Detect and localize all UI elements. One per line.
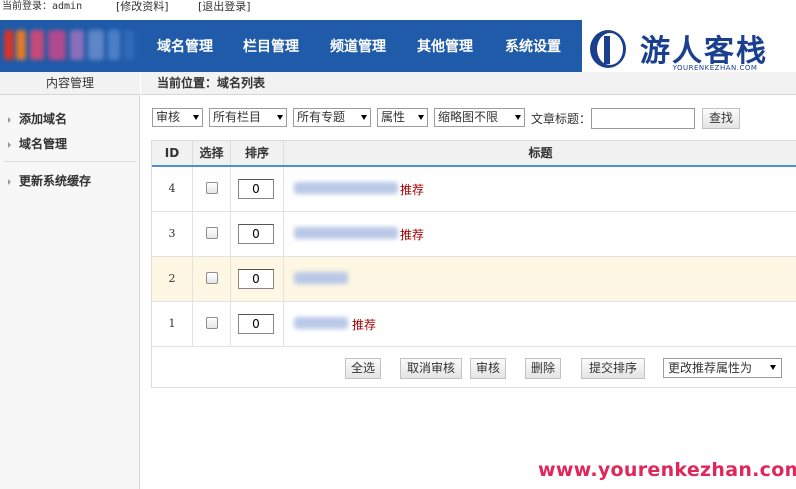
row-select-cell	[193, 302, 231, 346]
table-row: 2 0	[152, 257, 796, 302]
dropdown-arrow-icon	[515, 115, 521, 120]
column-header-order: 排序	[231, 141, 284, 165]
title-filter-label: 文章标题：	[531, 112, 592, 126]
row-id: 1	[152, 302, 193, 346]
row-order-cell: 0	[231, 302, 284, 346]
redacted-title-link[interactable]	[294, 182, 398, 194]
top-login-bar: 当前登录：admin [修改资料] [退出登录]	[0, 0, 796, 20]
column-header-id: ID	[152, 141, 193, 165]
arrow-icon	[8, 141, 11, 148]
dropdown-arrow-icon	[277, 115, 283, 120]
redacted-title-link[interactable]	[294, 227, 398, 239]
brand-logo: 游人客栈 YOURENKEZHAN.COM	[582, 20, 796, 78]
recommend-tag: 推荐	[400, 183, 425, 197]
review-select[interactable]: 审核	[152, 108, 203, 127]
sidebar-item-refresh-cache[interactable]: 更新系统缓存	[8, 172, 91, 189]
site-watermark: www.yourenkezhan.com	[538, 459, 796, 481]
select-all-button[interactable]: 全选	[345, 358, 381, 379]
change-attribute-value: 更改推荐属性为	[668, 361, 753, 375]
row-order-cell: 0	[231, 212, 284, 256]
redacted-title-link[interactable]	[294, 317, 348, 329]
recommend-tag: 推荐	[400, 228, 425, 242]
order-input[interactable]: 0	[238, 269, 274, 289]
nav-domain-manage[interactable]: 域名管理	[157, 36, 213, 56]
row-order-cell: 0	[231, 167, 284, 211]
submit-order-button[interactable]: 提交排序	[581, 358, 645, 379]
dropdown-arrow-icon	[193, 115, 199, 120]
arrow-icon	[8, 178, 11, 185]
brand-name-en: YOURENKEZHAN.COM	[672, 64, 758, 72]
logout-link[interactable]: [退出登录]	[198, 0, 251, 14]
sidebar-item-label: 添加域名	[19, 112, 68, 126]
nav-system-settings[interactable]: 系统设置	[505, 36, 561, 56]
table-header: ID 选择 排序 标题	[152, 141, 796, 167]
row-title-cell	[284, 257, 796, 301]
nav-other-manage[interactable]: 其他管理	[417, 36, 473, 56]
sidebar-title: 内容管理	[0, 72, 140, 95]
breadcrumb: 当前位置：域名列表	[141, 72, 796, 95]
redacted-title-link[interactable]	[294, 272, 348, 284]
topic-select[interactable]: 所有专题	[293, 108, 371, 127]
sidebar-item-label: 更新系统缓存	[19, 174, 92, 188]
row-select-cell	[193, 167, 231, 211]
row-id: 3	[152, 212, 193, 256]
review-select-value: 审核	[156, 110, 181, 124]
login-status: 当前登录：admin	[2, 1, 83, 12]
bulk-actions: 全选 取消审核 审核 删除 提交排序 更改推荐属性为	[152, 354, 796, 384]
table-row: 4 0 推荐	[152, 167, 796, 212]
row-title-cell: 推荐	[284, 167, 796, 211]
topic-select-value: 所有专题	[297, 110, 346, 124]
sidebar: 内容管理 添加域名 域名管理 更新系统缓存	[0, 72, 140, 489]
row-checkbox[interactable]	[206, 182, 218, 194]
row-id: 4	[152, 167, 193, 211]
column-select-value: 所有栏目	[213, 110, 262, 124]
table-row: 1 0 推荐	[152, 302, 796, 347]
row-title-cell: 推荐	[284, 212, 796, 256]
dropdown-arrow-icon	[361, 115, 367, 120]
sidebar-item-add-domain[interactable]: 添加域名	[8, 110, 67, 127]
sidebar-divider	[4, 161, 136, 162]
row-select-cell	[193, 212, 231, 256]
title-search-input[interactable]	[591, 108, 695, 129]
row-checkbox[interactable]	[206, 317, 218, 329]
column-header-title: 标题	[528, 146, 553, 160]
row-id: 2	[152, 257, 193, 301]
row-title-cell: 推荐	[284, 302, 796, 346]
domain-table: ID 选择 排序 标题 4 0 推荐 3 0 推荐 2 0 1 0 推荐 全选 …	[151, 140, 796, 388]
nav-column-manage[interactable]: 栏目管理	[243, 36, 299, 56]
delete-button[interactable]: 删除	[525, 358, 561, 379]
thumbnail-select-value: 缩略图不限	[438, 110, 499, 124]
dropdown-arrow-icon	[770, 365, 776, 370]
row-select-cell	[193, 257, 231, 301]
cancel-review-button[interactable]: 取消审核	[400, 358, 462, 379]
order-input[interactable]: 0	[238, 224, 274, 244]
order-input[interactable]: 0	[238, 179, 274, 199]
order-input[interactable]: 0	[238, 314, 274, 334]
sidebar-item-domain-manage[interactable]: 域名管理	[8, 135, 67, 152]
arrow-icon	[8, 116, 11, 123]
nav-channel-manage[interactable]: 频道管理	[330, 36, 386, 56]
header: 域名管理 栏目管理 频道管理 其他管理 系统设置 游人客栈 YOURENKEZH…	[0, 20, 796, 78]
column-header-select: 选择	[193, 141, 231, 165]
review-button[interactable]: 审核	[470, 358, 506, 379]
edit-profile-link[interactable]: [修改资料]	[116, 0, 169, 14]
row-checkbox[interactable]	[206, 227, 218, 239]
row-order-cell: 0	[231, 257, 284, 301]
dropdown-arrow-icon	[418, 115, 424, 120]
attribute-select[interactable]: 属性	[377, 108, 428, 127]
row-checkbox[interactable]	[206, 272, 218, 284]
blurred-logo	[0, 26, 140, 66]
recommend-tag: 推荐	[352, 318, 377, 332]
search-button[interactable]: 查找	[702, 108, 740, 129]
brand-mark-icon	[590, 30, 626, 68]
thumbnail-select[interactable]: 缩略图不限	[434, 108, 525, 127]
change-attribute-select[interactable]: 更改推荐属性为	[663, 358, 782, 378]
column-select[interactable]: 所有栏目	[209, 108, 287, 127]
table-row: 3 0 推荐	[152, 212, 796, 257]
sidebar-item-label: 域名管理	[19, 137, 68, 151]
attribute-select-value: 属性	[381, 110, 406, 124]
